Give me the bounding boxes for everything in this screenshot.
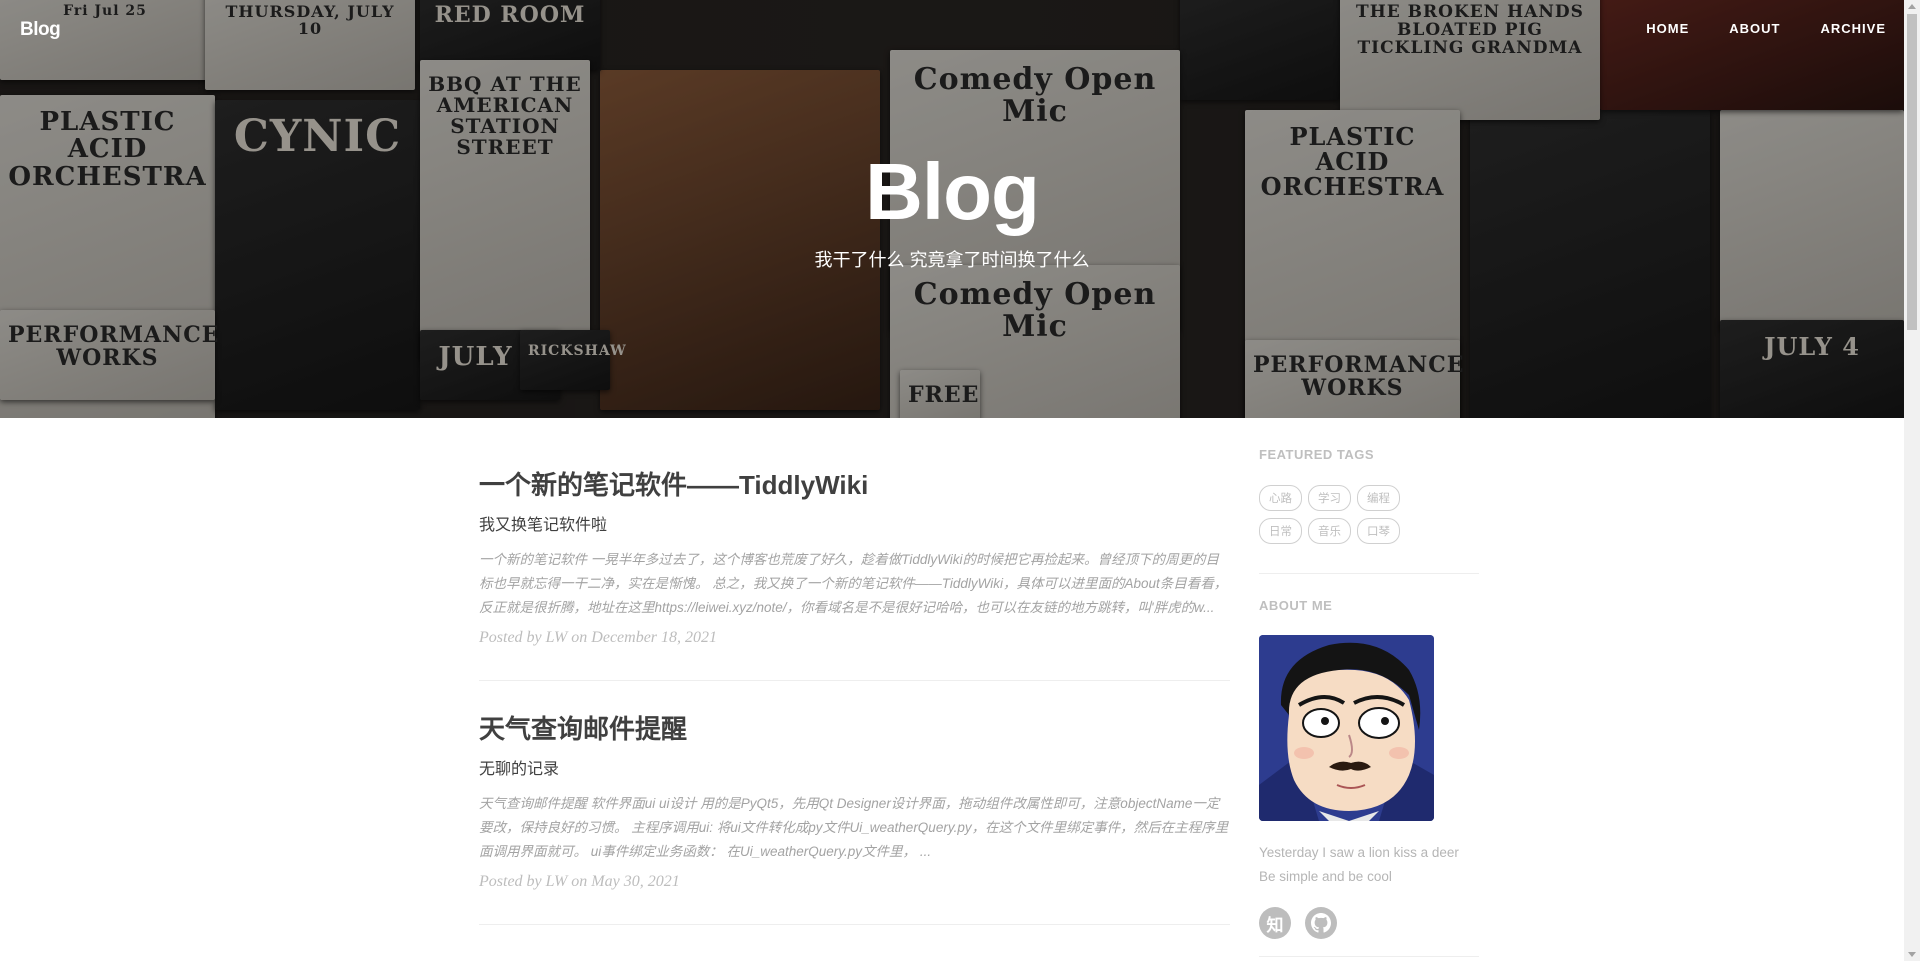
nav-home-link[interactable]: HOME: [1646, 21, 1689, 36]
cartoon-avatar-image: [1259, 635, 1434, 821]
post-preview: 天气查询邮件提醒 无聊的记录 天气查询邮件提醒 软件界面ui ui设计 用的是P…: [479, 681, 1230, 925]
featured-tags-section: FEATURED TAGS 心路 学习 编程日常 音乐 口琴: [1259, 418, 1479, 574]
post-excerpt[interactable]: 一个新的笔记软件 一晃半年多过去了，这个博客也荒废了好久，趁着做TiddlyWi…: [479, 548, 1230, 620]
vertical-scrollbar[interactable]: [1904, 0, 1920, 961]
scroll-thumb[interactable]: [1907, 14, 1917, 330]
site-subtitle: 我干了什么 究竟拿了时间换了什么: [814, 250, 1090, 270]
featured-tags-heading: FEATURED TAGS: [1259, 447, 1375, 462]
bio: Yesterday I saw a lion kiss a deer Be si…: [1259, 841, 1479, 889]
bio-line: Be simple and be cool: [1259, 869, 1392, 884]
site-title: Blog: [865, 147, 1040, 236]
avatar: [1259, 635, 1434, 821]
tag-link[interactable]: 音乐: [1308, 518, 1351, 544]
nav-about-link[interactable]: ABOUT: [1729, 21, 1780, 36]
scroll-up-arrow-icon[interactable]: [1908, 4, 1916, 9]
post-subtitle[interactable]: 我又换笔记软件啦: [479, 511, 1230, 535]
nav-links: HOME ABOUT ARCHIVE: [1606, 21, 1904, 36]
about-me-section: ABOUT ME Yesterday I saw a lion kiss a d…: [1259, 574, 1479, 957]
github-logo: [1311, 913, 1331, 933]
navbar: Blog HOME ABOUT ARCHIVE: [0, 0, 1904, 60]
scroll-down-arrow-icon[interactable]: [1908, 952, 1916, 957]
post-preview: 一个新的笔记软件——TiddlyWiki 我又换笔记软件啦 一个新的笔记软件 一…: [479, 418, 1230, 681]
site-header: Fri Jul 25 THURSDAY, JULY 10 RED ROOM THE B…: [0, 0, 1904, 418]
tag-link[interactable]: 编程: [1357, 485, 1400, 511]
post-title-link[interactable]: 一个新的笔记软件——TiddlyWiki: [479, 465, 1230, 502]
social-links: 知: [1259, 907, 1479, 939]
post-meta: Posted by LW on December 18, 2021: [479, 629, 718, 646]
bio-line: Yesterday I saw a lion kiss a deer: [1259, 845, 1459, 860]
tag-link[interactable]: 日常: [1259, 518, 1302, 544]
post-title-link[interactable]: 天气查询邮件提醒: [479, 709, 1230, 746]
tag-link[interactable]: 学习: [1308, 485, 1351, 511]
tag-cloud: 心路 学习 编程日常 音乐 口琴: [1259, 485, 1449, 551]
about-me-heading: ABOUT ME: [1259, 598, 1333, 613]
brand-link[interactable]: Blog: [20, 19, 61, 41]
zhihu-icon[interactable]: 知: [1259, 907, 1291, 939]
post-meta: Posted by LW on May 30, 2021: [479, 873, 680, 890]
nav-archive-link[interactable]: ARCHIVE: [1820, 21, 1886, 36]
github-icon[interactable]: [1305, 907, 1337, 939]
tag-link[interactable]: 口琴: [1357, 518, 1400, 544]
tag-link[interactable]: 心路: [1259, 485, 1302, 511]
divider: [1259, 956, 1479, 957]
post-subtitle[interactable]: 无聊的记录: [479, 755, 1230, 779]
sidebar: FEATURED TAGS 心路学习编程日常音乐口琴 ABOUT ME: [1259, 418, 1479, 957]
post-list: 一个新的笔记软件——TiddlyWiki 我又换笔记软件啦 一个新的笔记软件 一…: [479, 418, 1230, 925]
post-excerpt[interactable]: 天气查询邮件提醒 软件界面ui ui设计 用的是PyQt5，先用Qt Desig…: [479, 792, 1230, 864]
